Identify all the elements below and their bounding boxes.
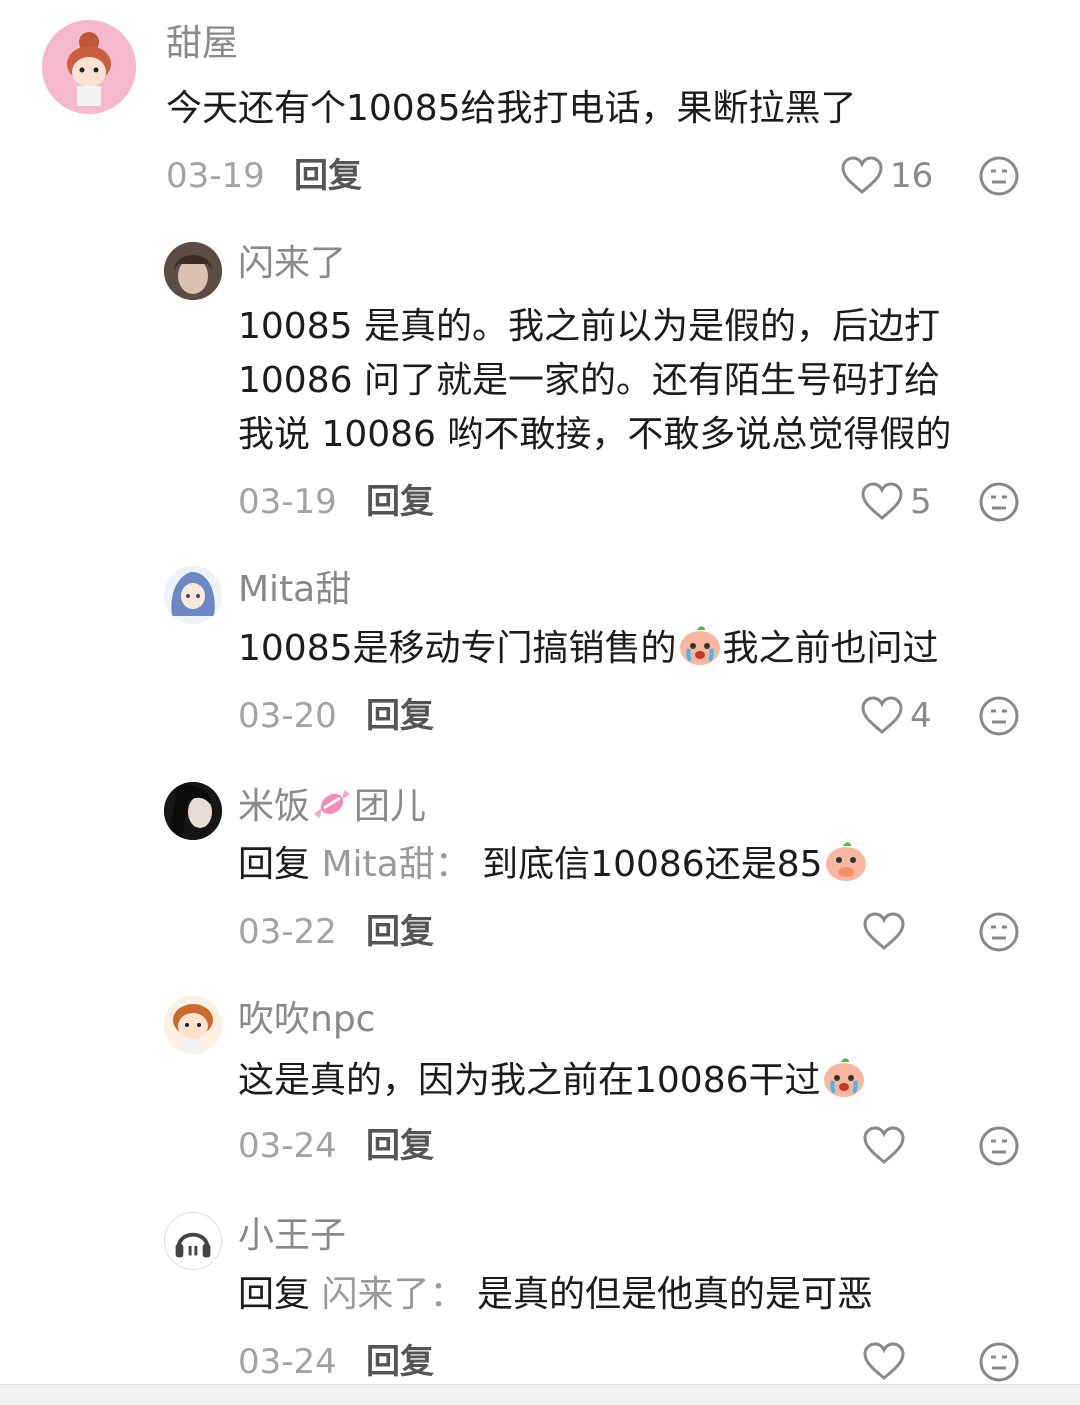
avatar[interactable] — [164, 782, 222, 840]
comment-text: 回复 Mita甜： 到底信10086还是85 — [238, 838, 869, 892]
avatar[interactable] — [164, 996, 222, 1054]
girl-cartoon-avatar-icon — [42, 20, 136, 114]
person-photo-avatar-icon — [164, 242, 222, 300]
heart-outline-icon — [861, 696, 903, 734]
comment-text-line: 10086 问了就是一家的。还有陌生号码打给 — [238, 360, 940, 401]
heart-outline-icon — [863, 912, 905, 950]
reply-target[interactable]: Mita甜： — [321, 844, 470, 885]
comment-text: 这是真的，因为我之前在10086干过 — [238, 1054, 867, 1108]
comment-text-part: 我之前也问过 — [722, 628, 939, 669]
comment-text-line: 10085 是真的。我之前以为是假的，后边打 — [238, 306, 940, 347]
reply-button[interactable]: 回复 — [294, 156, 362, 196]
comment-text: 回复 闪来了： 是真的但是他真的是可恶 — [238, 1268, 873, 1322]
reply-target[interactable]: 闪来了： — [321, 1274, 465, 1315]
reply-button[interactable]: 回复 — [366, 696, 434, 736]
avatar[interactable] — [164, 1212, 222, 1270]
reply-prefix: 回复 — [238, 844, 311, 885]
comment-text-line: 我说 10086 哟不敢接，不敢多说总觉得假的 — [238, 414, 952, 455]
like-button[interactable]: 16 — [840, 156, 933, 196]
avatar[interactable] — [164, 566, 222, 624]
like-button[interactable] — [862, 1126, 906, 1166]
comment-text-part: 到底信10086还是85 — [482, 844, 823, 885]
neutral-face-icon[interactable] — [978, 481, 1020, 523]
comment-text-part: 是真的但是他真的是可恶 — [476, 1274, 873, 1315]
anime-girl-avatar-icon — [164, 566, 222, 624]
comment-date: 03-19 — [166, 156, 265, 196]
comment-date: 03-22 — [238, 912, 337, 952]
shy-peach-sticker-icon — [825, 842, 866, 881]
commenter-name[interactable]: 米饭 团儿 — [238, 784, 426, 829]
reply-button[interactable]: 回复 — [366, 1342, 434, 1382]
reply-button[interactable]: 回复 — [366, 1126, 434, 1166]
like-count: 16 — [890, 156, 934, 196]
headphones-avatar-icon — [165, 1213, 221, 1269]
neutral-face-icon[interactable] — [978, 911, 1020, 953]
candy-icon — [314, 790, 351, 818]
heart-outline-icon — [863, 1342, 905, 1380]
avatar[interactable] — [42, 20, 136, 114]
reply-prefix: 回复 — [238, 1274, 311, 1315]
like-button[interactable]: 4 — [860, 696, 932, 736]
cartoon-kid-avatar-icon — [164, 996, 222, 1054]
commenter-name[interactable]: 吹吹npc — [238, 998, 375, 1042]
neutral-face-icon[interactable] — [978, 695, 1020, 737]
neutral-face-icon[interactable] — [978, 1341, 1020, 1383]
like-button[interactable]: 5 — [860, 482, 932, 522]
commenter-name[interactable]: 闪来了 — [238, 242, 346, 286]
heart-outline-icon — [841, 156, 883, 194]
comment-date: 03-19 — [238, 482, 337, 522]
commenter-name-part: 米饭 — [238, 786, 311, 827]
heart-outline-icon — [863, 1126, 905, 1164]
dark-portrait-avatar-icon — [164, 782, 222, 840]
commenter-name-part: 团儿 — [354, 786, 427, 827]
reply-button[interactable]: 回复 — [366, 912, 434, 952]
comment-date: 03-20 — [238, 696, 337, 736]
reply-button[interactable]: 回复 — [366, 482, 434, 522]
neutral-face-icon[interactable] — [978, 1125, 1020, 1167]
crying-peach-sticker-icon — [679, 626, 720, 665]
like-button[interactable] — [862, 1342, 906, 1382]
heart-outline-icon — [861, 482, 903, 520]
bottom-bar — [0, 1384, 1080, 1405]
comment-date: 03-24 — [238, 1342, 337, 1382]
comment-text-part: 这是真的，因为我之前在10086干过 — [238, 1060, 821, 1101]
like-button[interactable] — [862, 912, 906, 952]
comment-date: 03-24 — [238, 1126, 337, 1166]
comment-text: 今天还有个10085给我打电话，果断拉黑了 — [166, 88, 857, 129]
commenter-name[interactable]: 小王子 — [238, 1214, 346, 1258]
comment-text-part: 10085是移动专门搞销售的 — [238, 628, 677, 669]
comment-text: 10085是移动专门搞销售的 我之前也问过 — [238, 622, 939, 676]
commenter-name[interactable]: 甜屋 — [166, 22, 238, 66]
crying-peach-sticker-icon — [823, 1058, 864, 1097]
avatar[interactable] — [164, 242, 222, 300]
like-count: 5 — [910, 482, 932, 522]
neutral-face-icon[interactable] — [978, 155, 1020, 197]
like-count: 4 — [910, 696, 932, 736]
commenter-name[interactable]: Mita甜 — [238, 568, 351, 612]
